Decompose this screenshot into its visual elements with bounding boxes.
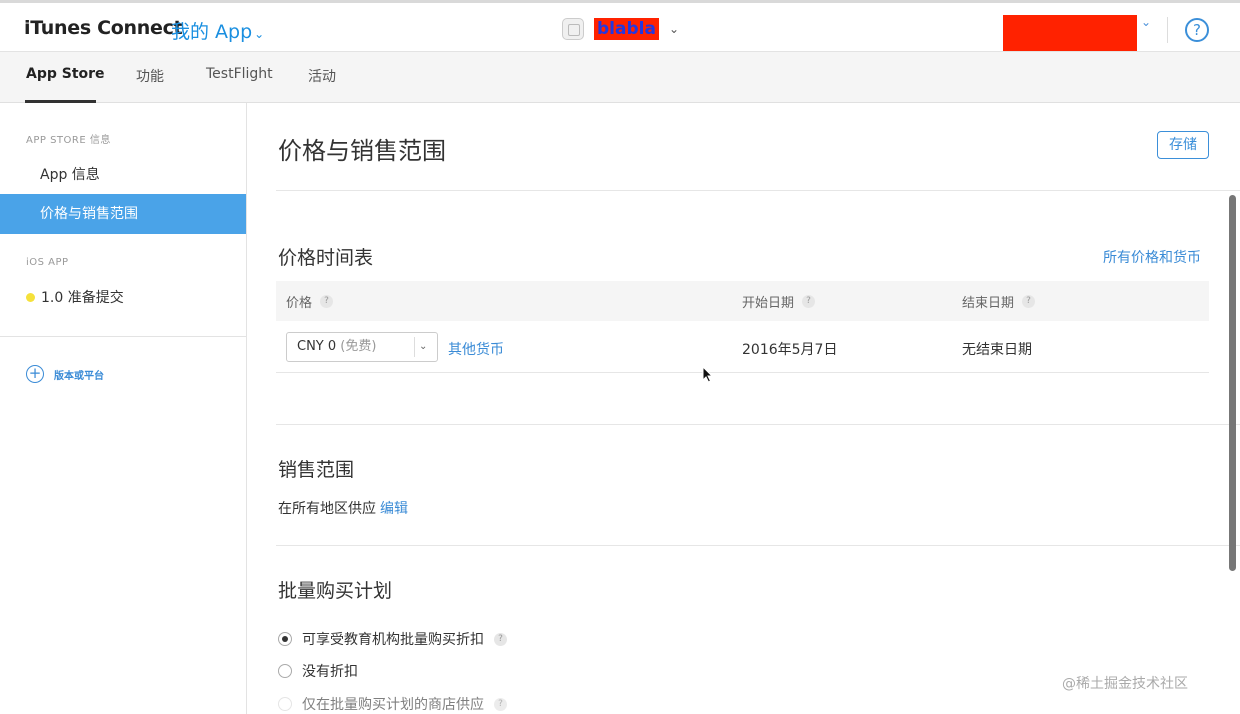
add-version-button[interactable]: + 版本或平台 <box>26 365 104 383</box>
radio-button[interactable] <box>278 697 292 711</box>
radio-option-vpp-only[interactable]: 仅在批量购买计划的商店供应 ? <box>278 694 507 714</box>
watermark: @稀土掘金技术社区 <box>1062 676 1188 692</box>
user-account-redacted[interactable] <box>1003 15 1137 51</box>
help-icon[interactable]: ? <box>1185 18 1209 42</box>
column-label: 开始日期 <box>742 296 795 311</box>
help-icon[interactable]: ? <box>320 295 334 308</box>
radio-button[interactable] <box>278 632 292 646</box>
tab-activity[interactable]: 活动 <box>308 66 336 86</box>
edit-availability-link[interactable]: 编辑 <box>380 501 408 517</box>
help-icon[interactable]: ? <box>494 697 507 711</box>
plus-circle-icon: + <box>26 365 44 383</box>
divider <box>276 424 1240 425</box>
radio-label: 没有折扣 <box>302 664 358 680</box>
my-apps-label: 我的 App <box>171 21 253 43</box>
tab-bar: App Store 功能 TestFlight 活动 <box>0 52 1240 103</box>
chevron-down-icon: ⌄ <box>419 341 428 352</box>
app-name: blabla <box>594 18 659 40</box>
availability-title: 销售范围 <box>278 459 355 481</box>
sidebar-item-app-info[interactable]: App 信息 <box>0 155 246 195</box>
column-label: 价格 <box>286 296 313 311</box>
price-table-header: 价格 ? 开始日期 ? 结束日期 ? <box>276 281 1209 321</box>
radio-option-edu-discount[interactable]: 可享受教育机构批量购买折扣 ? <box>278 629 507 649</box>
sidebar: APP STORE 信息 App 信息 价格与销售范围 iOS APP 1.0 … <box>0 103 247 714</box>
other-currency-link[interactable]: 其他货币 <box>448 339 504 359</box>
sidebar-item-version[interactable]: 1.0 准备提交 <box>26 287 124 307</box>
tab-app-store[interactable]: App Store <box>26 66 105 82</box>
tab-features[interactable]: 功能 <box>136 66 164 86</box>
radio-option-no-discount[interactable]: 没有折扣 <box>278 661 358 681</box>
main-content: 价格与销售范围 存储 价格时间表 所有价格和货币 价格 ? 开始日期 ? 结束日… <box>248 103 1240 714</box>
chevron-down-icon: ⌄ <box>254 27 265 41</box>
volume-purchase-title: 批量购买计划 <box>278 580 393 602</box>
top-bar: iTunes Connect 我的 App ⌄ blabla ⌄ ⌄ ? <box>0 0 1240 52</box>
all-prices-link[interactable]: 所有价格和货币 <box>1103 247 1201 267</box>
radio-button[interactable] <box>278 664 292 678</box>
column-label: 结束日期 <box>962 296 1015 311</box>
price-select[interactable]: CNY 0 (免费) ⌄ <box>286 332 438 362</box>
app-switcher[interactable]: blabla ⌄ <box>562 16 679 42</box>
start-date-value: 2016年5月7日 <box>742 342 838 358</box>
divider <box>276 372 1209 373</box>
column-header-end-date: 结束日期 ? <box>962 292 1036 311</box>
page-title: 价格与销售范围 <box>278 137 446 165</box>
sidebar-heading-ios: iOS APP <box>26 257 69 268</box>
status-dot <box>26 292 35 302</box>
price-value: CNY 0 <box>297 339 337 354</box>
end-date-value: 无结束日期 <box>962 342 1032 358</box>
app-icon <box>562 18 584 40</box>
price-note: (免费) <box>340 339 377 354</box>
help-icon[interactable]: ? <box>1022 295 1036 308</box>
save-button[interactable]: 存储 <box>1157 131 1209 159</box>
divider <box>276 190 1240 191</box>
tab-testflight[interactable]: TestFlight <box>206 66 273 82</box>
help-icon[interactable]: ? <box>494 632 507 646</box>
divider <box>414 337 415 357</box>
column-header-start-date: 开始日期 ? <box>742 292 816 311</box>
radio-label: 可享受教育机构批量购买折扣 <box>302 632 484 648</box>
divider <box>0 336 246 337</box>
column-header-price: 价格 ? <box>286 292 334 311</box>
version-status-label: 1.0 准备提交 <box>41 290 124 306</box>
my-apps-menu[interactable]: 我的 App ⌄ <box>171 17 264 44</box>
availability-text: 在所有地区供应 编辑 <box>278 498 408 518</box>
brand-title[interactable]: iTunes Connect <box>24 17 183 39</box>
price-schedule-title: 价格时间表 <box>278 247 374 269</box>
radio-label: 仅在批量购买计划的商店供应 <box>302 697 484 713</box>
availability-status: 在所有地区供应 <box>278 501 376 517</box>
sidebar-heading-app-store: APP STORE 信息 <box>26 135 111 146</box>
divider <box>1167 17 1168 43</box>
help-icon[interactable]: ? <box>802 295 816 308</box>
chevron-down-icon[interactable]: ⌄ <box>1141 15 1151 29</box>
divider <box>276 545 1240 546</box>
sidebar-item-pricing[interactable]: 价格与销售范围 <box>0 194 246 234</box>
mouse-cursor-icon <box>702 366 714 383</box>
chevron-down-icon: ⌄ <box>668 22 679 36</box>
add-version-label: 版本或平台 <box>54 370 104 382</box>
scrollbar[interactable] <box>1229 195 1236 571</box>
